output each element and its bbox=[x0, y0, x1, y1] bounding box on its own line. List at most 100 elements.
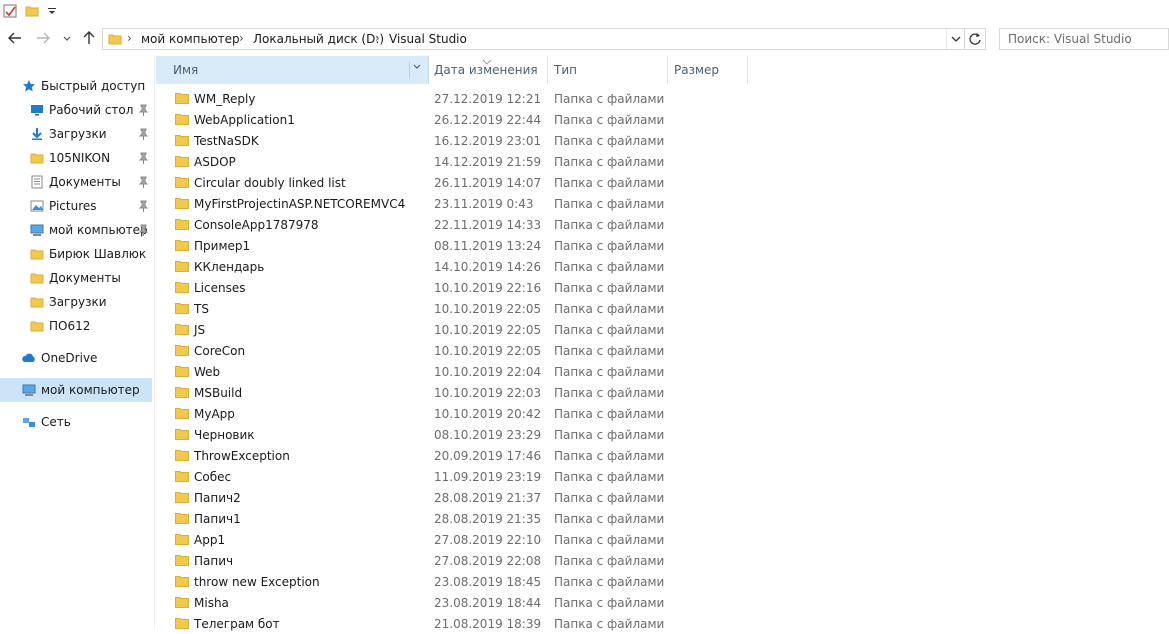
file-type: Папка с файлами bbox=[554, 113, 665, 127]
pin-icon[interactable] bbox=[138, 176, 149, 189]
folder-icon bbox=[175, 534, 189, 545]
file-row[interactable]: JS 10.10.2019 22:05 Папка с файлами bbox=[156, 319, 1169, 340]
file-row[interactable]: ConsoleApp1787978 22.11.2019 14:33 Папка с… bbox=[156, 214, 1169, 235]
file-row[interactable]: Папич 27.08.2019 22:08 Папка с файлами bbox=[156, 550, 1169, 571]
file-row[interactable]: ThrowException 20.09.2019 17:46 Папка с фа… bbox=[156, 445, 1169, 466]
recent-locations-button[interactable] bbox=[60, 30, 74, 48]
file-row[interactable]: ASDOP 14.12.2019 21:59 Папка с файлами bbox=[156, 151, 1169, 172]
forward-button[interactable] bbox=[34, 30, 52, 48]
breadcrumb-separator[interactable]: › bbox=[375, 31, 380, 45]
search-placeholder[interactable]: Поиск: Visual Studio bbox=[1008, 32, 1132, 46]
file-name: ConsoleApp1787978 bbox=[194, 218, 319, 232]
address-bar[interactable]: › мой компьютер › Локальный диск (D:) › … bbox=[102, 28, 986, 50]
pin-icon[interactable] bbox=[138, 128, 149, 141]
sidebar-item[interactable]: Сеть bbox=[0, 410, 152, 434]
column-header-date[interactable]: Дата изменения bbox=[428, 56, 548, 84]
refresh-button[interactable] bbox=[964, 29, 985, 49]
file-date: 08.10.2019 23:29 bbox=[434, 428, 542, 442]
column-divider[interactable] bbox=[747, 56, 748, 84]
file-date: 23.11.2019 0:43 bbox=[434, 197, 534, 211]
file-row[interactable]: Папич1 28.08.2019 21:35 Папка с файлами bbox=[156, 508, 1169, 529]
file-row[interactable]: MSBuild 10.10.2019 22:03 Папка с файлами bbox=[156, 382, 1169, 403]
sidebar-item[interactable]: Документы bbox=[0, 170, 152, 194]
file-row[interactable]: CoreCon 10.10.2019 22:05 Папка с файлами bbox=[156, 340, 1169, 361]
sidebar-item[interactable]: Бирюк Шавлюк bbox=[0, 242, 152, 266]
documents-icon bbox=[31, 175, 43, 189]
sidebar-item[interactable]: Быстрый доступ bbox=[0, 74, 152, 98]
breadcrumb-my-computer[interactable]: мой компьютер bbox=[141, 32, 240, 46]
network-icon bbox=[23, 418, 35, 427]
file-row[interactable]: Папич2 28.08.2019 21:37 Папка с файлами bbox=[156, 487, 1169, 508]
file-date: 27.08.2019 22:08 bbox=[434, 554, 542, 568]
file-name: Папич bbox=[194, 554, 234, 568]
file-name: CoreCon bbox=[194, 344, 246, 358]
breadcrumb-local-disk[interactable]: Локальный диск (D:) bbox=[253, 32, 384, 46]
file-row[interactable]: App1 27.08.2019 22:10 Папка с файлами bbox=[156, 529, 1169, 550]
file-row[interactable]: throw new Exception 23.08.2019 18:45 Папка… bbox=[156, 571, 1169, 592]
breadcrumb-separator[interactable]: › bbox=[239, 31, 244, 45]
file-row[interactable]: MyApp 10.10.2019 20:42 Папка с файлами bbox=[156, 403, 1169, 424]
file-row[interactable]: TS 10.10.2019 22:05 Папка с файлами bbox=[156, 298, 1169, 319]
back-button[interactable] bbox=[6, 30, 24, 48]
sidebar-item-label: ПО612 bbox=[49, 319, 91, 333]
sidebar-item[interactable]: мой компьютер bbox=[0, 218, 152, 242]
folder-icon bbox=[175, 450, 189, 461]
search-box[interactable]: Поиск: Visual Studio bbox=[999, 28, 1169, 50]
file-row[interactable]: Circular doubly linked list 26.11.2019 14… bbox=[156, 172, 1169, 193]
sidebar-item[interactable]: Рабочий стол bbox=[0, 98, 152, 122]
file-row[interactable]: MyFirstProjectinASP.NETCOREMVC4 23.11.201… bbox=[156, 193, 1169, 214]
column-header-name[interactable]: Имя bbox=[156, 56, 429, 84]
sidebar-item[interactable]: мой компьютер bbox=[0, 378, 152, 402]
customize-toolbar-icon[interactable] bbox=[46, 3, 58, 19]
column-filter-button[interactable] bbox=[409, 62, 424, 78]
file-row[interactable]: Пример1 08.11.2019 13:24 Папка с файлами bbox=[156, 235, 1169, 256]
column-header-size[interactable]: Размер bbox=[668, 56, 748, 84]
file-row[interactable]: Web 10.10.2019 22:04 Папка с файлами bbox=[156, 361, 1169, 382]
column-header-size-label: Размер bbox=[674, 63, 720, 77]
folder-icon bbox=[175, 345, 189, 356]
folder-icon bbox=[175, 93, 189, 104]
file-date: 11.09.2019 23:19 bbox=[434, 470, 542, 484]
new-folder-icon[interactable] bbox=[24, 3, 40, 19]
sidebar-item[interactable]: ПО612 bbox=[0, 314, 152, 338]
file-date: 26.12.2019 22:44 bbox=[434, 113, 542, 127]
pane-divider[interactable] bbox=[154, 56, 155, 630]
pin-icon[interactable] bbox=[138, 200, 149, 213]
breadcrumb-visual-studio[interactable]: Visual Studio bbox=[389, 32, 467, 46]
folder-icon bbox=[175, 408, 189, 419]
file-row[interactable]: Misha 23.08.2019 18:44 Папка с файлами bbox=[156, 592, 1169, 613]
sidebar-item-label: Быстрый доступ bbox=[41, 79, 146, 93]
properties-icon[interactable] bbox=[2, 3, 18, 19]
sidebar-item[interactable]: Загрузки bbox=[0, 290, 152, 314]
sidebar-item[interactable]: Pictures bbox=[0, 194, 152, 218]
breadcrumb-separator[interactable]: › bbox=[127, 31, 132, 45]
file-date: 28.08.2019 21:37 bbox=[434, 491, 542, 505]
sidebar-item[interactable]: 105NIKON bbox=[0, 146, 152, 170]
sidebar-item[interactable]: Загрузки bbox=[0, 122, 152, 146]
sidebar-item[interactable]: Документы bbox=[0, 266, 152, 290]
file-row[interactable]: ККлендарь 14.10.2019 14:26 Папка с файлами bbox=[156, 256, 1169, 277]
file-type: Папка с файлами bbox=[554, 386, 665, 400]
file-name: Web bbox=[194, 365, 221, 379]
pin-icon[interactable] bbox=[138, 224, 149, 237]
folder-icon bbox=[175, 219, 189, 230]
sidebar-item-label: Документы bbox=[49, 271, 121, 285]
address-dropdown-button[interactable] bbox=[946, 29, 965, 49]
file-row[interactable]: TestNaSDK 16.12.2019 23:01 Папка с файлами bbox=[156, 130, 1169, 151]
file-row[interactable]: Собес 11.09.2019 23:19 Папка с файлами bbox=[156, 466, 1169, 487]
sidebar-item[interactable]: OneDrive bbox=[0, 346, 152, 370]
column-header-type[interactable]: Тип bbox=[548, 56, 668, 84]
file-row[interactable]: Черновик 08.10.2019 23:29 Папка с файлами bbox=[156, 424, 1169, 445]
file-row[interactable]: WM_Reply 27.12.2019 12:21 Папка с файлами bbox=[156, 88, 1169, 109]
file-row[interactable]: Телеграм бот 21.08.2019 18:39 Папка с файл… bbox=[156, 613, 1169, 634]
folder-icon bbox=[108, 34, 122, 45]
file-row[interactable]: Licenses 10.10.2019 22:16 Папка с файлами bbox=[156, 277, 1169, 298]
file-row[interactable]: WebApplication1 26.12.2019 22:44 Папка с ф… bbox=[156, 109, 1169, 130]
pin-icon[interactable] bbox=[138, 104, 149, 117]
sidebar-item-label: Загрузки bbox=[49, 127, 107, 141]
up-button[interactable] bbox=[80, 30, 98, 48]
file-date: 26.11.2019 14:07 bbox=[434, 176, 542, 190]
file-type: Папка с файлами bbox=[554, 428, 665, 442]
pin-icon[interactable] bbox=[138, 152, 149, 165]
file-type: Папка с файлами bbox=[554, 260, 665, 274]
